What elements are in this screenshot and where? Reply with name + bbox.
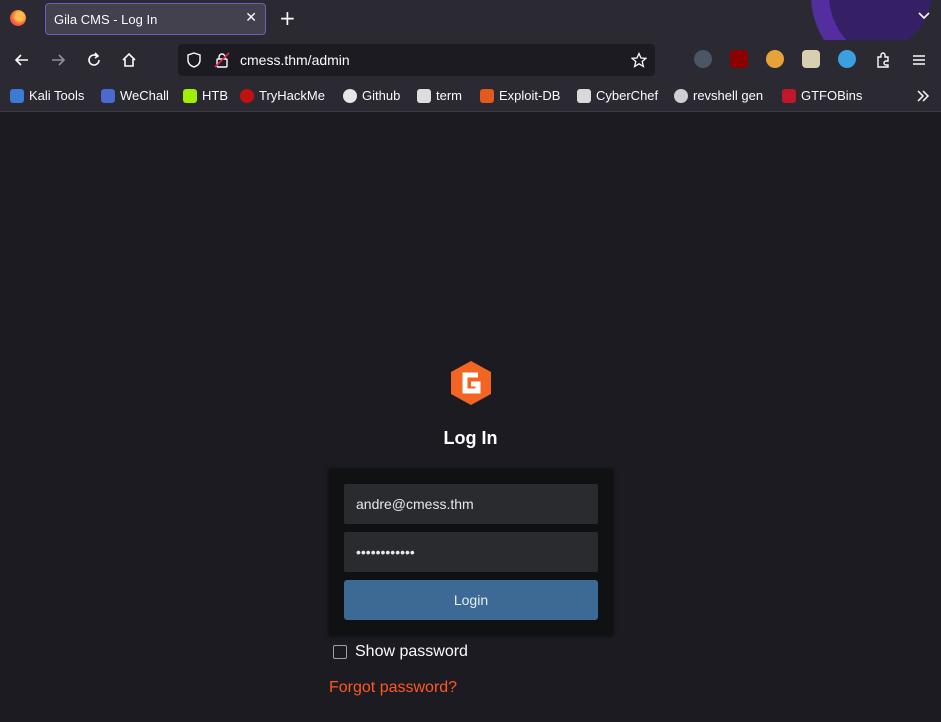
bookmark-github[interactable]: Github <box>343 88 400 103</box>
show-password-checkbox[interactable] <box>333 645 347 659</box>
page-title: Log In <box>443 428 498 448</box>
back-arrow-icon[interactable] <box>13 51 31 69</box>
gtfobins-icon <box>782 88 796 103</box>
term-icon <box>417 88 431 103</box>
extensions-puzzle-icon[interactable] <box>874 51 892 69</box>
bookmark-label: Github <box>362 88 401 103</box>
bookmark-label: GTFOBins <box>801 88 863 103</box>
tab-title: Gila CMS - Log In <box>54 12 158 27</box>
bookmark-label: term <box>436 88 462 103</box>
extension-spy-icon[interactable] <box>694 50 712 68</box>
bookmarks-toolbar: Kali Tools WeChall HTB TryHackMe Github … <box>0 80 941 112</box>
bookmark-cyberchef[interactable]: CyberChef <box>577 88 658 103</box>
cyberchef-icon <box>577 88 591 103</box>
bookmark-label: Exploit-DB <box>499 88 561 103</box>
bookmark-label: WeChall <box>120 88 169 103</box>
bookmark-wechall[interactable]: WeChall <box>101 88 169 103</box>
exploitdb-icon <box>480 88 494 103</box>
gila-cms-logo <box>451 361 491 405</box>
login-button[interactable]: Login <box>344 580 598 620</box>
url-bar[interactable]: cmess.thm/admin <box>178 44 655 76</box>
new-tab-button[interactable]: + <box>279 6 296 30</box>
email-field[interactable] <box>344 484 598 524</box>
tab-close-icon[interactable]: ✕ <box>245 10 257 26</box>
bookmark-gtfobins[interactable]: GTFOBins <box>782 88 862 103</box>
bookmark-label: TryHackMe <box>259 88 325 103</box>
chevron-down-icon[interactable] <box>917 8 931 22</box>
ublock-origin-icon[interactable] <box>730 50 748 68</box>
bookmark-tryhackme[interactable]: TryHackMe <box>240 88 325 103</box>
password-field[interactable] <box>344 532 598 572</box>
bookmark-label: CyberChef <box>596 88 659 103</box>
reload-icon[interactable] <box>85 51 103 69</box>
wechall-icon <box>101 88 115 103</box>
login-form: Login <box>329 469 613 636</box>
bookmark-label: Kali Tools <box>29 88 85 103</box>
nav-bar: cmess.thm/admin <box>0 40 941 80</box>
shield-icon[interactable] <box>186 52 202 68</box>
tryhackme-icon <box>240 88 254 103</box>
github-icon <box>343 88 357 103</box>
htb-icon <box>183 88 197 103</box>
bookmark-star-icon[interactable] <box>631 52 647 68</box>
insecure-lock-icon[interactable] <box>214 52 230 68</box>
home-icon[interactable] <box>120 51 138 69</box>
skull-icon <box>674 88 688 103</box>
bookmark-kali-tools[interactable]: Kali Tools <box>10 88 84 103</box>
extension-check-icon[interactable] <box>838 50 856 68</box>
bookmark-term[interactable]: term <box>417 88 462 103</box>
firefox-icon[interactable] <box>10 10 26 26</box>
extension-cookie-icon[interactable] <box>766 50 784 68</box>
bookmark-htb[interactable]: HTB <box>183 88 228 103</box>
url-text[interactable]: cmess.thm/admin <box>240 52 350 68</box>
bookmark-revshell-gen[interactable]: revshell gen <box>674 88 763 103</box>
tab-strip: Gila CMS - Log In ✕ + <box>0 0 941 40</box>
bookmark-label: HTB <box>202 88 228 103</box>
show-password-label: Show password <box>355 643 468 660</box>
menu-hamburger-icon[interactable] <box>910 51 928 69</box>
show-password-toggle[interactable]: Show password <box>333 643 468 661</box>
bookmark-exploit-db[interactable]: Exploit-DB <box>480 88 560 103</box>
forgot-password-link[interactable]: Forgot password? <box>329 679 457 697</box>
chevron-double-right-icon[interactable] <box>915 88 931 104</box>
forward-arrow-icon[interactable] <box>49 51 67 69</box>
bookmark-label: revshell gen <box>693 88 764 103</box>
tab-active[interactable]: Gila CMS - Log In ✕ <box>45 3 266 35</box>
extension-wappalyzer-icon[interactable] <box>802 50 820 68</box>
kali-icon <box>10 88 24 103</box>
